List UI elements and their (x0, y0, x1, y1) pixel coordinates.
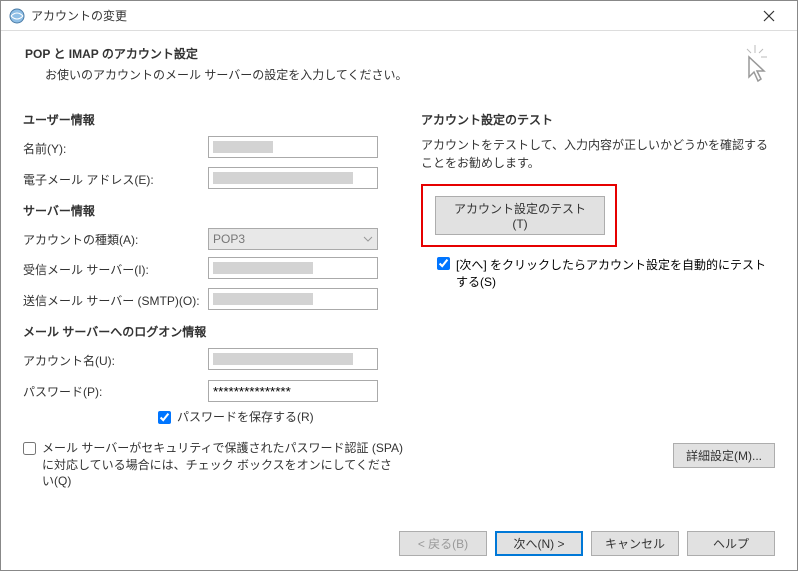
password-input[interactable] (208, 380, 378, 402)
more-settings-button[interactable]: 詳細設定(M)... (673, 443, 775, 468)
app-icon (9, 8, 25, 24)
label-account-name: アカウント名(U): (23, 352, 208, 369)
label-name: 名前(Y): (23, 140, 208, 157)
row-account-type: アカウントの種類(A): POP3 (23, 227, 403, 251)
close-button[interactable] (749, 2, 789, 30)
close-icon (763, 10, 775, 22)
right-column: アカウント設定のテスト アカウントをテストして、入力内容が正しいかどうかを確認す… (421, 101, 775, 494)
next-button[interactable]: 次へ(N) > (495, 531, 583, 556)
row-email: 電子メール アドレス(E): (23, 167, 403, 192)
window-title: アカウントの変更 (31, 7, 749, 24)
titlebar: アカウントの変更 (1, 1, 797, 31)
row-name: 名前(Y): (23, 136, 403, 161)
label-email: 電子メール アドレス(E): (23, 171, 208, 188)
test-settings-button[interactable]: アカウント設定のテスト(T) (435, 196, 605, 235)
header-subtitle: お使いのアカウントのメール サーバーの設定を入力してください。 (45, 66, 777, 83)
section-user-info: ユーザー情報 (23, 111, 403, 128)
section-logon-info: メール サーバーへのログオン情報 (23, 323, 403, 340)
account-name-input[interactable] (208, 348, 378, 370)
label-spa: メール サーバーがセキュリティで保護されたパスワード認証 (SPA) に対応して… (42, 440, 403, 490)
header-title: POP と IMAP のアカウント設定 (25, 45, 777, 62)
incoming-input[interactable] (208, 257, 378, 279)
chevron-down-icon (363, 233, 373, 247)
label-auto-test: [次へ] をクリックしたらアカウント設定を自動的にテストする(S) (456, 257, 775, 291)
test-description: アカウントをテストして、入力内容が正しいかどうかを確認することをお勧めします。 (421, 136, 775, 172)
footer-buttons: < 戻る(B) 次へ(N) > キャンセル ヘルプ (399, 531, 775, 556)
account-type-value: POP3 (213, 232, 245, 246)
back-button: < 戻る(B) (399, 531, 487, 556)
header: POP と IMAP のアカウント設定 お使いのアカウントのメール サーバーの設… (1, 31, 797, 91)
cursor-icon (741, 45, 773, 86)
row-password: パスワード(P): (23, 379, 403, 403)
label-save-password: パスワードを保存する(R) (177, 409, 403, 426)
label-password: パスワード(P): (23, 383, 208, 400)
outgoing-input[interactable] (208, 288, 378, 310)
test-highlight-box: アカウント設定のテスト(T) (421, 184, 617, 247)
section-server-info: サーバー情報 (23, 202, 403, 219)
row-spa: メール サーバーがセキュリティで保護されたパスワード認証 (SPA) に対応して… (23, 440, 403, 490)
row-account-name: アカウント名(U): (23, 348, 403, 373)
more-settings-row: 詳細設定(M)... (673, 443, 775, 468)
row-incoming: 受信メール サーバー(I): (23, 257, 403, 282)
name-input[interactable] (208, 136, 378, 158)
label-account-type: アカウントの種類(A): (23, 231, 208, 248)
help-button[interactable]: ヘルプ (687, 531, 775, 556)
spa-checkbox[interactable] (23, 442, 36, 455)
label-incoming: 受信メール サーバー(I): (23, 261, 208, 278)
row-outgoing: 送信メール サーバー (SMTP)(O): (23, 288, 403, 313)
row-save-password: パスワードを保存する(R) (158, 409, 403, 426)
auto-test-checkbox[interactable] (437, 257, 450, 270)
left-column: ユーザー情報 名前(Y): 電子メール アドレス(E): サーバー情報 アカウン… (23, 101, 403, 494)
section-test-title: アカウント設定のテスト (421, 111, 775, 128)
cancel-button[interactable]: キャンセル (591, 531, 679, 556)
label-outgoing: 送信メール サーバー (SMTP)(O): (23, 292, 208, 309)
content: ユーザー情報 名前(Y): 電子メール アドレス(E): サーバー情報 アカウン… (1, 91, 797, 494)
account-type-select: POP3 (208, 228, 378, 250)
row-auto-test: [次へ] をクリックしたらアカウント設定を自動的にテストする(S) (437, 257, 775, 291)
save-password-checkbox[interactable] (158, 411, 171, 424)
email-input[interactable] (208, 167, 378, 189)
dialog-window: アカウントの変更 POP と IMAP のアカウント設定 お使いのアカウントのメ… (0, 0, 798, 571)
